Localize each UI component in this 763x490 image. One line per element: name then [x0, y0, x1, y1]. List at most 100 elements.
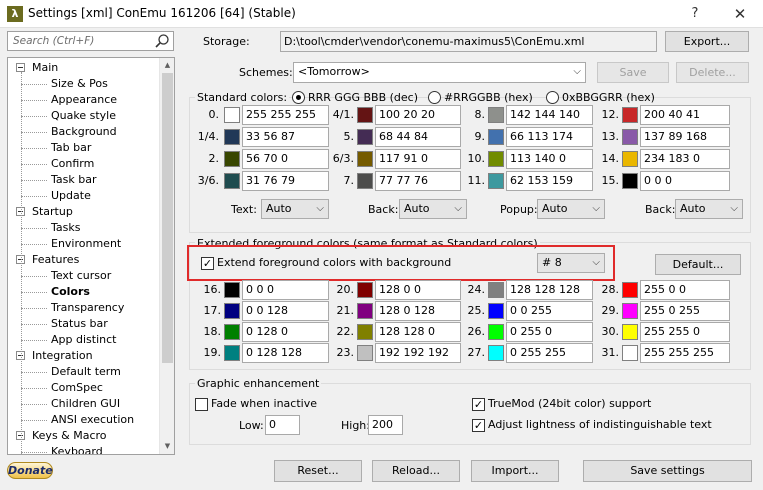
- truemod-checkbox[interactable]: ✓: [472, 398, 485, 411]
- extended-color-value-field[interactable]: 0 128 128: [242, 343, 329, 363]
- adjust-lightness-label[interactable]: Adjust lightness of indistinguishable te…: [488, 418, 712, 432]
- selector-text-1[interactable]: Auto ⌵: [261, 199, 329, 219]
- standard-color-value-field[interactable]: 117 91 0: [375, 149, 461, 169]
- standard-color-swatch[interactable]: [488, 151, 504, 167]
- extended-color-swatch[interactable]: [357, 345, 373, 361]
- extended-color-swatch[interactable]: [622, 324, 638, 340]
- selector-back-2[interactable]: Auto ⌵: [399, 199, 467, 219]
- low-input[interactable]: 0: [265, 415, 300, 435]
- tree-item-children-gui[interactable]: Children GUI: [51, 396, 120, 412]
- reload-button[interactable]: Reload...: [372, 460, 460, 482]
- standard-color-value-field[interactable]: 100 20 20: [375, 105, 461, 125]
- standard-color-value-field[interactable]: 142 144 140: [506, 105, 593, 125]
- standard-color-swatch[interactable]: [622, 107, 638, 123]
- tree-item-status-bar[interactable]: Status bar: [51, 316, 108, 332]
- fade-label[interactable]: Fade when inactive: [211, 397, 317, 411]
- schemes-select[interactable]: <Tomorrow> ⌵: [293, 62, 586, 83]
- tree-item-default-term[interactable]: Default term: [51, 364, 121, 380]
- standard-color-value-field[interactable]: 255 255 255: [242, 105, 329, 125]
- settings-tree[interactable]: Main Size & Pos Appearance Quake style Backg…: [7, 57, 175, 455]
- extended-color-value-field[interactable]: 255 255 0: [640, 322, 730, 342]
- tree-item-integration[interactable]: Integration: [32, 348, 93, 364]
- standard-color-value-field[interactable]: 66 113 174: [506, 127, 593, 147]
- extended-color-swatch[interactable]: [357, 324, 373, 340]
- extended-color-value-field[interactable]: 255 0 255: [640, 301, 730, 321]
- standard-color-swatch[interactable]: [622, 129, 638, 145]
- standard-color-value-field[interactable]: 68 44 84: [375, 127, 461, 147]
- tree-item-keys-macro[interactable]: Keys & Macro: [32, 428, 107, 444]
- tree-item-main[interactable]: Main: [32, 60, 58, 76]
- extended-color-swatch[interactable]: [622, 345, 638, 361]
- reset-button[interactable]: Reset...: [274, 460, 362, 482]
- extended-color-swatch[interactable]: [488, 345, 504, 361]
- storage-path-field[interactable]: D:\tool\cmder\vendor\conemu-maximus5\Con…: [280, 31, 657, 52]
- delete-scheme-button[interactable]: Delete...: [676, 62, 749, 83]
- tree-item-startup[interactable]: Startup: [32, 204, 73, 220]
- tree-item-background[interactable]: Background: [51, 124, 117, 140]
- standard-color-swatch[interactable]: [224, 129, 240, 145]
- tree-item-task-bar[interactable]: Task bar: [51, 172, 96, 188]
- collapse-icon[interactable]: [16, 63, 25, 72]
- tree-item-keyboard[interactable]: Keyboard: [51, 444, 103, 454]
- standard-color-swatch[interactable]: [357, 173, 373, 189]
- standard-color-value-field[interactable]: 234 183 0: [640, 149, 730, 169]
- standard-color-value-field[interactable]: 56 70 0: [242, 149, 329, 169]
- tree-item-comspec[interactable]: ComSpec: [51, 380, 103, 396]
- tree-item-features[interactable]: Features: [32, 252, 79, 268]
- default-button[interactable]: Default...: [655, 254, 741, 275]
- standard-color-value-field[interactable]: 33 56 87: [242, 127, 329, 147]
- extended-color-swatch[interactable]: [357, 303, 373, 319]
- tree-item-confirm[interactable]: Confirm: [51, 156, 94, 172]
- standard-color-value-field[interactable]: 62 153 159: [506, 171, 593, 191]
- extended-color-value-field[interactable]: 0 0 255: [506, 301, 593, 321]
- standard-color-swatch[interactable]: [488, 173, 504, 189]
- export-button[interactable]: Export...: [665, 31, 749, 52]
- standard-color-swatch[interactable]: [357, 151, 373, 167]
- extended-color-value-field[interactable]: 0 255 0: [506, 322, 593, 342]
- tree-item-app-distinct[interactable]: App distinct: [51, 332, 116, 348]
- extended-color-swatch[interactable]: [357, 282, 373, 298]
- save-settings-button[interactable]: Save settings: [583, 460, 752, 482]
- tree-item-transparency[interactable]: Transparency: [51, 300, 124, 316]
- standard-color-swatch[interactable]: [488, 129, 504, 145]
- tree-item-size-pos[interactable]: Size & Pos: [51, 76, 108, 92]
- extended-color-swatch[interactable]: [224, 345, 240, 361]
- format-radio-2[interactable]: [428, 91, 441, 104]
- tree-item-environment[interactable]: Environment: [51, 236, 121, 252]
- donate-button[interactable]: Donate: [7, 462, 53, 479]
- fade-checkbox[interactable]: [195, 398, 208, 411]
- extended-color-value-field[interactable]: 128 0 0: [375, 280, 461, 300]
- standard-color-value-field[interactable]: 0 0 0: [640, 171, 730, 191]
- standard-color-value-field[interactable]: 113 140 0: [506, 149, 593, 169]
- selector-back-4[interactable]: Auto ⌵: [675, 199, 743, 219]
- standard-color-value-field[interactable]: 77 77 76: [375, 171, 461, 191]
- standard-color-value-field[interactable]: 200 40 41: [640, 105, 730, 125]
- truemod-label[interactable]: TrueMod (24bit color) support: [488, 397, 651, 411]
- format-label-3[interactable]: 0xBBGGRR (hex): [562, 91, 655, 105]
- extended-color-value-field[interactable]: 0 0 128: [242, 301, 329, 321]
- adjust-lightness-checkbox[interactable]: ✓: [472, 419, 485, 432]
- extended-color-value-field[interactable]: 255 0 0: [640, 280, 730, 300]
- extended-color-value-field[interactable]: 0 255 255: [506, 343, 593, 363]
- close-button[interactable]: ✕: [722, 2, 758, 26]
- format-radio-1[interactable]: [292, 91, 305, 104]
- tree-scrollbar[interactable]: ▲ ▼: [159, 58, 174, 454]
- extended-color-value-field[interactable]: 255 255 255: [640, 343, 730, 363]
- standard-color-value-field[interactable]: 31 76 79: [242, 171, 329, 191]
- tree-item-text-cursor[interactable]: Text cursor: [51, 268, 111, 284]
- search-icon[interactable]: [154, 33, 170, 49]
- extended-color-value-field[interactable]: 128 128 0: [375, 322, 461, 342]
- extended-color-swatch[interactable]: [224, 282, 240, 298]
- scroll-up-icon[interactable]: ▲: [160, 58, 174, 73]
- high-input[interactable]: 200: [368, 415, 403, 435]
- extended-color-swatch[interactable]: [224, 324, 240, 340]
- extended-color-value-field[interactable]: 0 0 0: [242, 280, 329, 300]
- format-radio-3[interactable]: [546, 91, 559, 104]
- standard-color-swatch[interactable]: [224, 151, 240, 167]
- standard-color-swatch[interactable]: [357, 107, 373, 123]
- extended-color-value-field[interactable]: 0 128 0: [242, 322, 329, 342]
- extended-color-swatch[interactable]: [224, 303, 240, 319]
- standard-color-swatch[interactable]: [488, 107, 504, 123]
- extended-color-swatch[interactable]: [622, 282, 638, 298]
- extended-color-swatch[interactable]: [488, 282, 504, 298]
